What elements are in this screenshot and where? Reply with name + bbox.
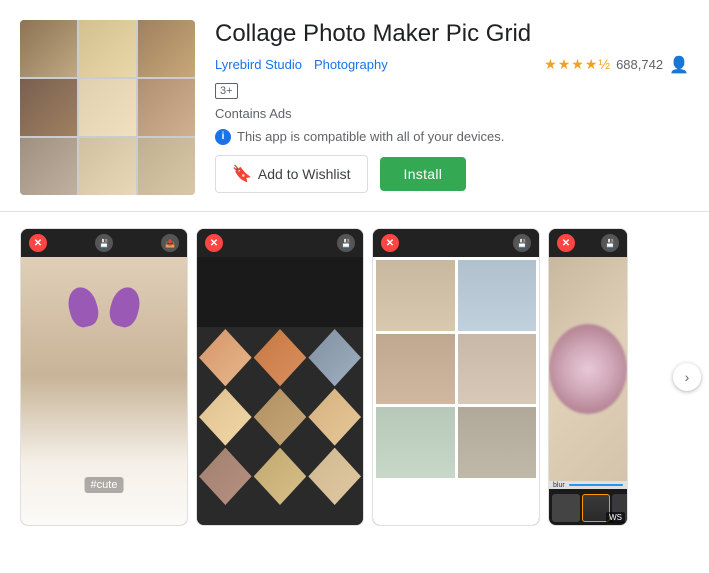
- category-link[interactable]: Photography: [314, 57, 388, 72]
- star-4: ★: [585, 56, 598, 73]
- icon-cell-4: [20, 79, 77, 136]
- rating-section: ★ ★ ★ ★ ½ 688,742 👤: [544, 55, 689, 75]
- ss3-cell-6: [458, 407, 537, 478]
- icon-cell-3: [138, 20, 195, 77]
- ss1-close-btn[interactable]: ✕: [29, 234, 47, 252]
- icon-cell-8: [79, 138, 136, 195]
- contains-ads-container: Contains Ads: [215, 105, 689, 123]
- age-badge-container: 3+: [215, 81, 689, 99]
- ss3-topbar: ✕ 💾: [373, 229, 539, 257]
- screenshots-container: ✕ 💾 📤 #cute: [20, 228, 709, 526]
- ss1-share-btn[interactable]: 📤: [161, 234, 179, 252]
- developer-link[interactable]: Lyrebird Studio: [215, 57, 302, 72]
- person-icon: 👤: [669, 55, 689, 75]
- ss3-save-btn[interactable]: 💾: [513, 234, 531, 252]
- icon-cell-2: [79, 20, 136, 77]
- ss3-portrait-grid: [373, 257, 539, 481]
- sc2-cell-1: [199, 329, 252, 386]
- sc2-cell-3: [308, 329, 361, 386]
- compatibility-text: This app is compatible with all of your …: [237, 129, 504, 144]
- star-1: ★: [544, 56, 557, 73]
- ss1-save-btn[interactable]: 💾: [95, 234, 113, 252]
- action-buttons: 🔖 Add to Wishlist Install: [215, 155, 689, 193]
- ss2-dark-area: [197, 257, 363, 327]
- flower-image: [549, 324, 627, 414]
- ss3-cell-3: [376, 334, 455, 405]
- ss3-cell-4: [458, 334, 537, 405]
- screenshots-section: ✕ 💾 📤 #cute: [0, 212, 709, 542]
- ear-left: [64, 284, 101, 330]
- hashtag-label: #cute: [85, 477, 124, 493]
- ss3-content: [373, 257, 539, 526]
- info-icon: i: [215, 129, 231, 145]
- sc2-cell-5: [254, 388, 307, 445]
- ss4-save-btn[interactable]: 💾: [601, 234, 619, 252]
- ss1-photo: #cute: [21, 257, 187, 526]
- ss3-cell-5: [376, 407, 455, 478]
- icon-cell-1: [20, 20, 77, 77]
- sc2-cell-7: [199, 448, 252, 505]
- ss3-close-btn[interactable]: ✕: [381, 234, 399, 252]
- watermark-badge: WS: [606, 512, 625, 523]
- sc2-cell-4: [199, 388, 252, 445]
- sc2-cell-2: [254, 329, 307, 386]
- star-2: ★: [558, 56, 571, 73]
- rating-count: 688,742: [616, 57, 663, 72]
- sc2-cell-8: [254, 448, 307, 505]
- dog-ears: [64, 297, 144, 327]
- screenshot-2: ✕ 💾: [196, 228, 364, 526]
- star-3: ★: [571, 56, 584, 73]
- ss1-topbar: ✕ 💾 📤: [21, 229, 187, 257]
- app-meta: Lyrebird Studio Photography ★ ★ ★ ★ ½ 68…: [215, 55, 689, 75]
- ss2-close-btn[interactable]: ✕: [205, 234, 223, 252]
- screenshot-4: ✕ 💾 blur LAYO: [548, 228, 628, 526]
- bookmark-icon: 🔖: [232, 164, 252, 184]
- icon-cell-6: [138, 79, 195, 136]
- age-badge: 3+: [215, 83, 238, 99]
- app-title: Collage Photo Maker Pic Grid: [215, 20, 689, 49]
- ear-right: [106, 284, 143, 330]
- ss4-flower-area: [549, 257, 627, 481]
- wishlist-label: Add to Wishlist: [258, 166, 351, 182]
- ss4-content: blur LAYOUT Layout: [549, 257, 627, 526]
- ss2-save-btn[interactable]: 💾: [337, 234, 355, 252]
- ss2-content: [197, 257, 363, 526]
- screenshot-3: ✕ 💾: [372, 228, 540, 526]
- sc2-cell-6: [308, 388, 361, 445]
- app-header: Collage Photo Maker Pic Grid Lyrebird St…: [0, 0, 709, 212]
- icon-cell-5: [79, 79, 136, 136]
- screenshot-1: ✕ 💾 📤 #cute: [20, 228, 188, 526]
- compatibility-row: i This app is compatible with all of you…: [215, 129, 689, 145]
- star-half: ½: [598, 56, 610, 73]
- app-info: Collage Photo Maker Pic Grid Lyrebird St…: [215, 20, 689, 195]
- ss4-close-btn[interactable]: ✕: [557, 234, 575, 252]
- contains-ads-label: Contains Ads: [215, 106, 292, 121]
- ss3-cell-2: [458, 260, 537, 331]
- next-screenshot-arrow[interactable]: ›: [673, 363, 701, 391]
- ss4-topbar: ✕ 💾: [549, 229, 627, 257]
- ss2-collage-grid: [197, 327, 363, 507]
- sc2-cell-9: [308, 448, 361, 505]
- ss4-thumb-1[interactable]: [552, 494, 580, 522]
- install-button[interactable]: Install: [380, 157, 467, 191]
- ss1-face: #cute: [21, 257, 187, 526]
- app-icon: [20, 20, 195, 195]
- star-rating: ★ ★ ★ ★ ½: [544, 56, 610, 73]
- ss3-cell-1: [376, 260, 455, 331]
- wishlist-button[interactable]: 🔖 Add to Wishlist: [215, 155, 368, 193]
- blur-label: blur: [553, 482, 565, 489]
- icon-cell-7: [20, 138, 77, 195]
- ss2-topbar: ✕ 💾: [197, 229, 363, 257]
- icon-cell-9: [138, 138, 195, 195]
